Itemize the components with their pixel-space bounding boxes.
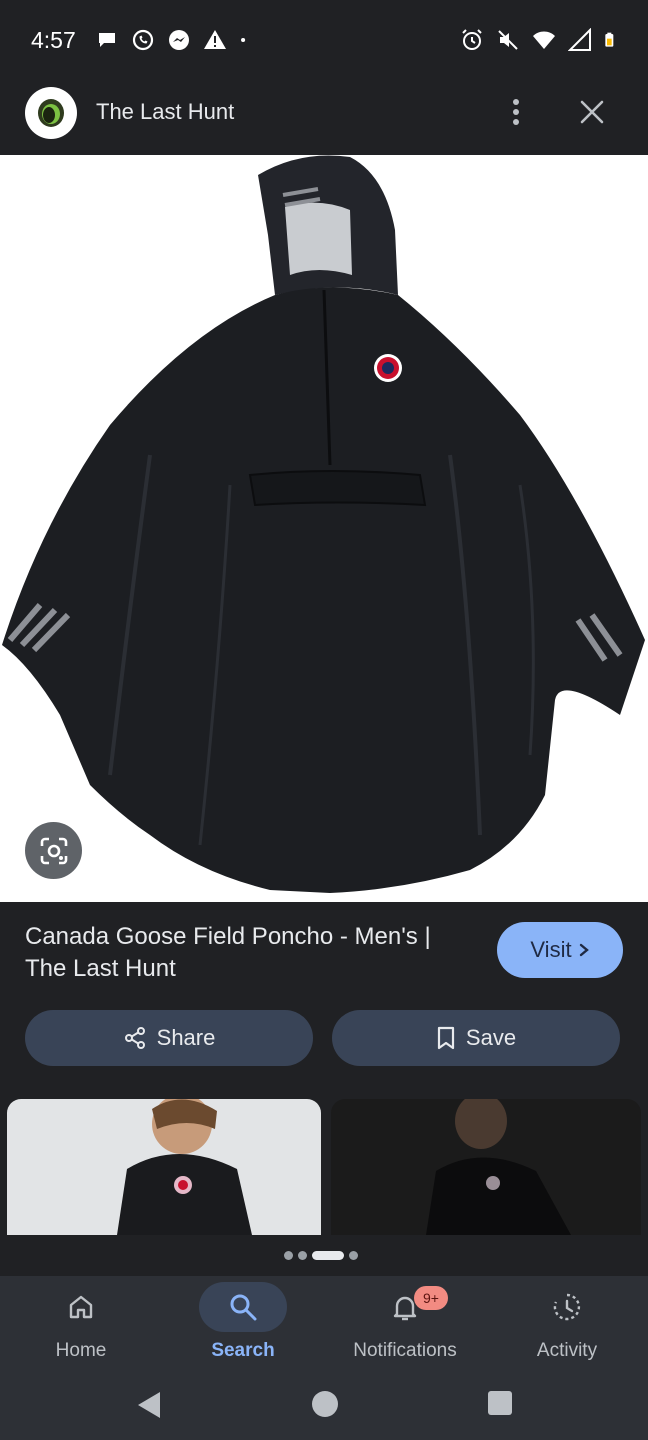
nav-search[interactable]: Search xyxy=(162,1276,324,1376)
nav-activity-label: Activity xyxy=(536,1340,598,1361)
status-time: 4:57 xyxy=(31,27,76,53)
carousel-dot xyxy=(349,1251,358,1260)
related-image-2[interactable] xyxy=(331,1099,641,1235)
nav-notifications[interactable]: 9+ Notifications xyxy=(324,1276,486,1376)
activity-icon xyxy=(553,1293,581,1321)
save-button[interactable]: Save xyxy=(332,1010,620,1066)
chevron-right-icon xyxy=(579,943,589,957)
share-label: Share xyxy=(156,1025,216,1050)
wifi-icon xyxy=(533,31,555,49)
site-title: The Last Hunt xyxy=(96,99,235,124)
whatsapp-icon xyxy=(132,29,154,51)
carousel-dot-active xyxy=(312,1251,344,1260)
recents-icon[interactable] xyxy=(487,1390,513,1416)
more-vert-icon xyxy=(513,99,519,125)
close-icon xyxy=(580,100,604,124)
back-icon[interactable] xyxy=(136,1390,162,1420)
system-nav-bar xyxy=(0,1376,648,1440)
visit-button[interactable]: Visit xyxy=(497,922,623,978)
nav-notifications-label: Notifications xyxy=(353,1340,457,1361)
google-lens-button[interactable] xyxy=(25,822,82,879)
share-button[interactable]: Share xyxy=(25,1010,313,1066)
carousel-indicator xyxy=(284,1251,358,1260)
related-photo-2 xyxy=(426,1099,571,1235)
mute-icon xyxy=(498,30,518,50)
site-logo[interactable] xyxy=(25,87,77,139)
lens-icon xyxy=(40,837,67,864)
product-title: Canada Goose Field Poncho - Men's | The … xyxy=(25,923,431,982)
leaf-logo-icon xyxy=(38,99,64,127)
notification-icons xyxy=(95,28,253,52)
home-circle-icon[interactable] xyxy=(311,1390,339,1418)
nav-activity[interactable]: Activity xyxy=(486,1276,648,1376)
system-status-icons xyxy=(460,28,620,52)
carousel-dot xyxy=(298,1251,307,1260)
signal-icon xyxy=(568,28,591,51)
poncho-image xyxy=(2,155,645,893)
alert-icon xyxy=(204,30,226,49)
home-icon xyxy=(69,1295,93,1319)
nav-search-label: Search xyxy=(211,1340,275,1361)
dot-icon xyxy=(241,37,246,43)
share-icon xyxy=(124,1027,145,1049)
app-header: The Last Hunt xyxy=(0,80,648,155)
carousel-dot xyxy=(284,1251,293,1260)
nav-home-label: Home xyxy=(55,1340,107,1361)
bookmark-icon xyxy=(437,1026,455,1050)
alarm-icon xyxy=(462,29,482,50)
related-photo-1 xyxy=(117,1099,252,1235)
nav-home[interactable]: Home xyxy=(0,1276,162,1376)
related-image-1[interactable] xyxy=(7,1099,321,1235)
save-label: Save xyxy=(465,1025,517,1050)
notification-badge: 9+ xyxy=(414,1286,448,1310)
product-image[interactable] xyxy=(0,155,648,902)
messenger-icon xyxy=(169,30,189,50)
bottom-nav: Home Search 9+ Notifications Activity xyxy=(0,1276,648,1376)
close-button[interactable] xyxy=(574,94,610,130)
search-icon xyxy=(230,1294,257,1321)
more-options-button[interactable] xyxy=(500,94,532,130)
battery-icon xyxy=(605,32,614,47)
chat-bubble-icon xyxy=(99,33,115,47)
status-bar: 4:57 xyxy=(0,0,648,80)
visit-label: Visit xyxy=(530,937,572,962)
